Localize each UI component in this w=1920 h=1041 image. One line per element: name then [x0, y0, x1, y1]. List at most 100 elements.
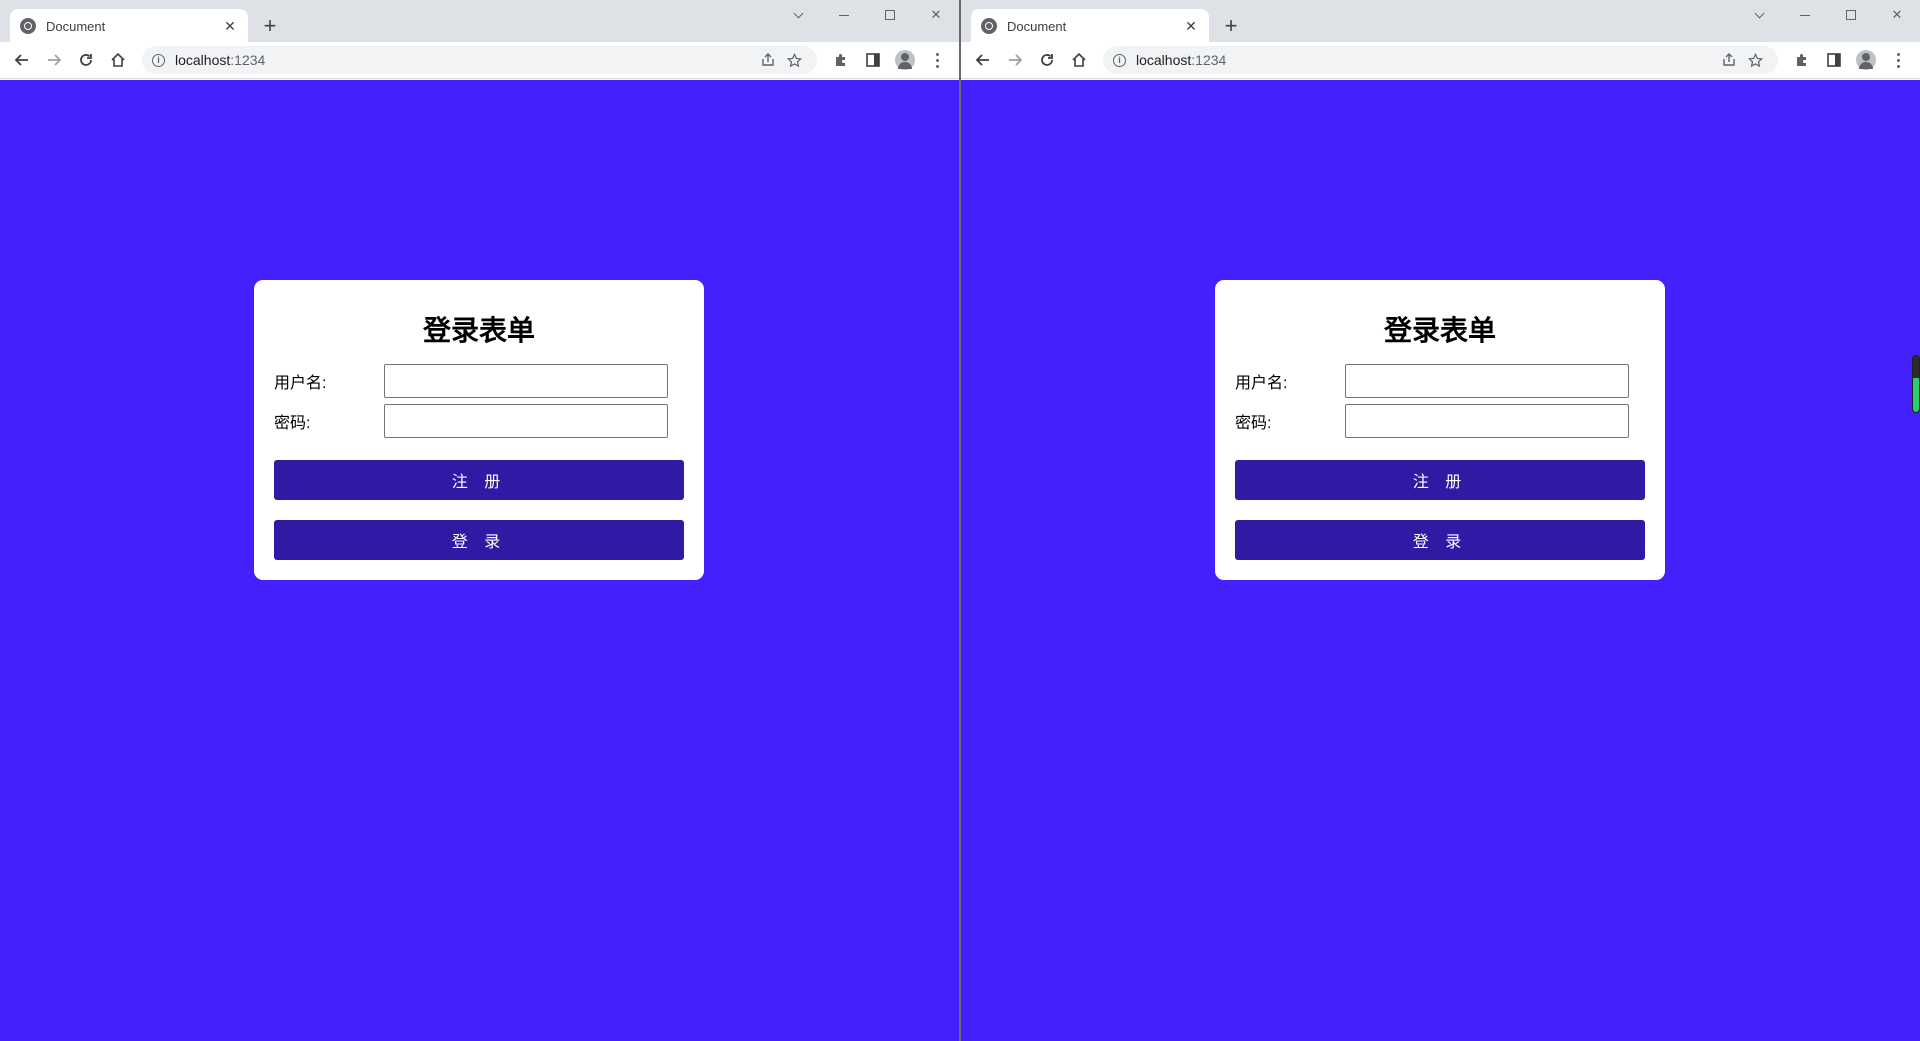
chevron-down-icon	[793, 8, 803, 18]
side-panel-icon	[866, 53, 880, 67]
tab-search-button[interactable]	[1736, 0, 1782, 30]
globe-icon	[981, 18, 997, 34]
minimize-icon	[1800, 14, 1810, 16]
tab-document[interactable]: Document ✕	[10, 9, 248, 43]
home-icon	[111, 52, 125, 67]
address-bar[interactable]: i localhost:1234	[1103, 46, 1778, 74]
login-card: 登录表单 用户名: 密码: 注 册 登 录	[254, 280, 704, 580]
username-input[interactable]	[384, 364, 668, 398]
reload-button[interactable]	[70, 44, 102, 76]
arrow-right-icon	[1009, 54, 1023, 66]
page-viewport: 登录表单 用户名: 密码: 注 册 登 录	[0, 80, 959, 1041]
username-input[interactable]	[1345, 364, 1629, 398]
forward-button[interactable]	[38, 44, 70, 76]
menu-button[interactable]	[1882, 44, 1914, 76]
chevron-down-icon	[1754, 8, 1764, 18]
share-icon	[1723, 53, 1735, 66]
form-fields: 用户名: 密码:	[274, 364, 684, 438]
kebab-menu-icon	[1896, 52, 1900, 68]
url-text[interactable]: localhost:1234	[1136, 52, 1716, 68]
maximize-icon	[885, 10, 895, 20]
form-title: 登录表单	[422, 315, 535, 346]
reload-icon	[80, 54, 92, 66]
forward-button[interactable]	[999, 44, 1031, 76]
scroll-indicator[interactable]	[1912, 355, 1920, 413]
login-button[interactable]: 登 录	[274, 520, 684, 560]
window-controls: ✕	[1736, 0, 1920, 30]
address-bar[interactable]: i localhost:1234	[142, 46, 817, 74]
browser-toolbar: i localhost:1234	[0, 42, 959, 79]
profile-button[interactable]	[889, 44, 921, 76]
bookmark-button[interactable]	[781, 47, 807, 73]
arrow-left-icon	[14, 54, 28, 66]
page-viewport: 登录表单 用户名: 密码: 注 册 登 录	[961, 80, 1920, 1041]
window-controls: ✕	[775, 0, 959, 30]
register-button[interactable]: 注 册	[274, 460, 684, 500]
maximize-button[interactable]	[1828, 0, 1874, 30]
site-info-icon[interactable]: i	[152, 53, 165, 67]
arrow-left-icon	[975, 54, 989, 66]
site-info-icon[interactable]: i	[1113, 53, 1126, 67]
menu-button[interactable]	[921, 44, 953, 76]
username-label: 用户名:	[274, 375, 327, 392]
tab-title: Document	[1007, 18, 1067, 34]
new-tab-button[interactable]: +	[1219, 14, 1243, 38]
close-tab-icon[interactable]: ✕	[222, 18, 238, 34]
browser-window-left: Document ✕ + ✕ i localhost:1234 登录表单 用户名…	[0, 0, 960, 1041]
password-input[interactable]	[1345, 404, 1629, 438]
minimize-button[interactable]	[1782, 0, 1828, 30]
share-button[interactable]	[755, 47, 781, 73]
kebab-menu-icon	[935, 52, 939, 68]
extensions-button[interactable]	[1786, 44, 1818, 76]
share-icon	[762, 53, 774, 66]
back-button[interactable]	[6, 44, 38, 76]
url-port: :1234	[230, 52, 266, 68]
username-label: 用户名:	[1235, 375, 1288, 392]
browser-toolbar: i localhost:1234	[961, 42, 1920, 79]
maximize-icon	[1846, 10, 1856, 20]
password-input[interactable]	[384, 404, 668, 438]
username-row: 用户名:	[274, 364, 684, 398]
side-panel-button[interactable]	[1818, 44, 1850, 76]
url-host: localhost	[1136, 52, 1192, 68]
star-icon	[786, 52, 802, 67]
puzzle-icon	[836, 54, 845, 66]
form-fields: 用户名: 密码:	[1235, 364, 1645, 438]
url-host: localhost	[175, 52, 231, 68]
side-panel-icon	[1827, 53, 1841, 67]
close-tab-icon[interactable]: ✕	[1183, 18, 1199, 34]
home-button[interactable]	[102, 44, 134, 76]
close-window-button[interactable]: ✕	[913, 0, 959, 30]
close-window-button[interactable]: ✕	[1874, 0, 1920, 30]
register-button[interactable]: 注 册	[1235, 460, 1645, 500]
login-button[interactable]: 登 录	[1235, 520, 1645, 560]
password-label: 密码:	[274, 415, 311, 432]
password-row: 密码:	[274, 404, 684, 438]
back-button[interactable]	[967, 44, 999, 76]
reload-button[interactable]	[1031, 44, 1063, 76]
minimize-button[interactable]	[821, 0, 867, 30]
form-title: 登录表单	[1383, 315, 1496, 346]
url-text[interactable]: localhost:1234	[175, 52, 755, 68]
share-button[interactable]	[1716, 47, 1742, 73]
profile-icon	[895, 50, 915, 70]
tab-search-button[interactable]	[775, 0, 821, 30]
scroll-indicator-fill	[1913, 378, 1919, 412]
tab-document[interactable]: Document ✕	[971, 9, 1209, 43]
home-icon	[1072, 52, 1086, 67]
minimize-icon	[839, 14, 849, 16]
browser-window-right: Document ✕ + ✕ i localhost:1234 登录表单 用户名…	[960, 0, 1920, 1041]
extensions-button[interactable]	[825, 44, 857, 76]
maximize-button[interactable]	[867, 0, 913, 30]
new-tab-button[interactable]: +	[258, 14, 282, 38]
url-port: :1234	[1191, 52, 1227, 68]
star-icon	[1747, 52, 1763, 67]
username-row: 用户名:	[1235, 364, 1645, 398]
profile-button[interactable]	[1850, 44, 1882, 76]
login-card: 登录表单 用户名: 密码: 注 册 登 录	[1215, 280, 1665, 580]
side-panel-button[interactable]	[857, 44, 889, 76]
bookmark-button[interactable]	[1742, 47, 1768, 73]
arrow-right-icon	[48, 54, 62, 66]
globe-icon	[20, 18, 36, 34]
home-button[interactable]	[1063, 44, 1095, 76]
